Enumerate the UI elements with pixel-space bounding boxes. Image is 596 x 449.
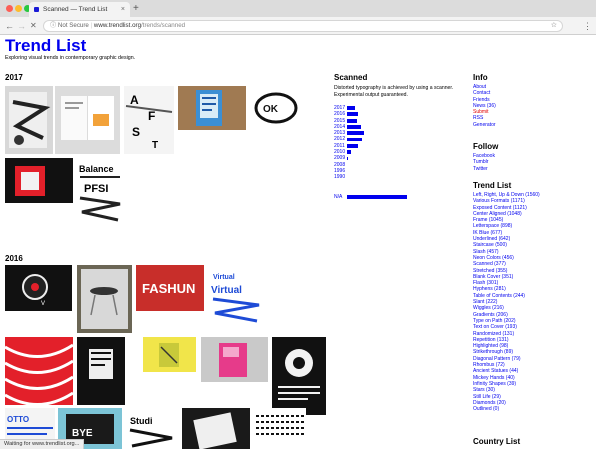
browser-menu-icon[interactable]: ⋮ — [583, 19, 592, 33]
year-label: 2008 — [334, 161, 346, 168]
gallery-thumb[interactable] — [5, 158, 73, 203]
year-label: N/A — [334, 194, 343, 200]
forward-arrow-icon[interactable]: → — [17, 19, 26, 33]
year-count-bar — [347, 118, 357, 123]
year-count-bar — [347, 156, 349, 161]
svg-text:F: F — [148, 109, 155, 123]
svg-text:Balance: Balance — [79, 164, 114, 174]
gallery-thumb[interactable]: Studi — [124, 408, 179, 449]
back-arrow-icon[interactable]: ← — [5, 19, 14, 33]
gallery-thumb[interactable]: Balance PFSI — [76, 158, 126, 230]
year-count-bar — [347, 195, 408, 199]
info-icon[interactable]: ⓘ — [50, 22, 58, 29]
gallery-thumb[interactable]: FASHUN — [136, 265, 204, 311]
year-label: 2010 — [334, 149, 346, 156]
gallery-thumb[interactable] — [201, 337, 268, 382]
security-label: Not Secure — [57, 22, 89, 29]
year-label: 2015 — [334, 117, 346, 124]
tab-title: Scanned — Trend List — [43, 6, 108, 13]
site-tagline: Exploring visual trends in contemporary … — [5, 55, 136, 61]
new-tab-button[interactable]: + — [133, 2, 139, 15]
year-count-bar — [347, 150, 352, 155]
year-label: 2016 — [334, 111, 346, 118]
year-count-bar — [347, 106, 356, 110]
gallery-thumb[interactable] — [55, 86, 120, 154]
year-label: 2012 — [334, 136, 346, 143]
url-path: /trends/scanned — [141, 22, 186, 29]
gallery-thumb[interactable]: Virtual Virtual — [209, 265, 264, 333]
year-label: 1996 — [334, 167, 346, 174]
gallery-thumb[interactable] — [5, 337, 73, 405]
info-link-generator[interactable]: Generator — [473, 122, 593, 128]
close-window-button[interactable] — [6, 5, 13, 12]
gallery-thumb[interactable] — [178, 86, 246, 130]
svg-text:OK: OK — [263, 104, 279, 115]
follow-link-twitter[interactable]: Twitter — [473, 166, 593, 172]
tab-bar: Scanned — Trend List × + — [0, 0, 596, 17]
year-count-bar — [347, 125, 361, 129]
gallery-thumb[interactable] — [77, 265, 132, 333]
year-heading-2017: 2017 — [5, 73, 23, 82]
address-bar-row: ← → ✕ ⓘ Not Secure | www.trendlist.org/t… — [0, 17, 596, 35]
minimize-window-button[interactable] — [15, 5, 22, 12]
svg-text:T: T — [152, 140, 158, 151]
info-section: Info About Contact Friends News (36) Submit R… — [473, 73, 593, 128]
gallery-thumb[interactable] — [143, 337, 196, 372]
svg-text:Studi: Studi — [130, 416, 153, 426]
trend-link-outlined-0[interactable]: Outlined (0) — [473, 406, 593, 412]
gallery-thumb[interactable] — [254, 408, 306, 449]
gallery-thumb[interactable] — [77, 337, 125, 405]
year-row-na[interactable]: N/A — [334, 194, 408, 200]
svg-text:FASHUN: FASHUN — [142, 281, 195, 296]
stop-loading-icon[interactable]: ✕ — [30, 19, 37, 33]
year-label: 2009 — [334, 155, 346, 162]
gallery-thumb[interactable] — [182, 408, 250, 449]
trend-list-heading: Trend List — [473, 181, 512, 190]
year-count-bar — [347, 112, 359, 117]
year-label: 2011 — [334, 142, 345, 149]
year-count-list: 2017 2016 2015 2014 2013 2012 2011 2010 2009 2008… — [334, 105, 364, 181]
follow-heading: Follow — [473, 142, 499, 151]
page-content: Trend List Exploring visual trends in co… — [0, 36, 596, 449]
info-heading: Info — [473, 73, 488, 82]
svg-text:PFSI: PFSI — [84, 183, 108, 195]
year-count-bar — [347, 143, 359, 148]
status-bar: Waiting for www.trendlist.org... — [0, 439, 85, 449]
svg-text:BYE: BYE — [72, 428, 93, 439]
country-list-heading: Country List — [473, 437, 521, 446]
svg-text:Virtual: Virtual — [213, 274, 235, 281]
country-list-section: Country List — [473, 437, 593, 446]
gallery-thumb[interactable]: V — [5, 265, 72, 311]
year-count-bar — [347, 131, 364, 136]
year-row-1990[interactable]: 1990 — [334, 174, 345, 180]
trend-heading: Scanned — [334, 73, 368, 82]
bookmark-star-icon[interactable]: ☆ — [551, 21, 557, 31]
url-field[interactable]: ⓘ Not Secure | www.trendlist.org/trends/… — [43, 20, 563, 32]
favicon-icon — [34, 7, 39, 12]
site-title[interactable]: Trend List — [5, 36, 86, 56]
gallery-thumb[interactable]: AFS T — [124, 86, 174, 154]
gallery-thumb[interactable]: OK — [251, 86, 301, 130]
year-label: 2017 — [334, 105, 346, 111]
year-label: 2013 — [334, 130, 346, 137]
gallery-thumb[interactable] — [272, 337, 326, 415]
year-label: 2014 — [334, 123, 346, 130]
svg-text:V: V — [41, 301, 45, 307]
browser-tab[interactable]: Scanned — Trend List × — [29, 2, 130, 17]
trend-description: Distorted typography is achieved by usin… — [334, 85, 454, 98]
year-label: 1990 — [334, 174, 346, 181]
svg-text:A: A — [130, 93, 139, 107]
gallery-thumb[interactable] — [5, 86, 53, 154]
follow-section: Follow Facebook Tumblr Twitter — [473, 142, 593, 172]
svg-text:OTTO: OTTO — [7, 415, 29, 424]
trend-list-section: Trend List Left, Right, Up & Down (1560)… — [473, 181, 593, 412]
svg-text:S: S — [132, 125, 140, 139]
browser-window: Scanned — Trend List × + ← → ✕ ⓘ Not Sec… — [0, 0, 596, 449]
url-host: www.trendlist.org — [93, 22, 142, 29]
tab-close-icon[interactable]: × — [121, 2, 125, 17]
svg-text:Virtual: Virtual — [211, 285, 242, 296]
year-count-bar — [347, 137, 363, 142]
year-heading-2016: 2016 — [5, 254, 23, 263]
